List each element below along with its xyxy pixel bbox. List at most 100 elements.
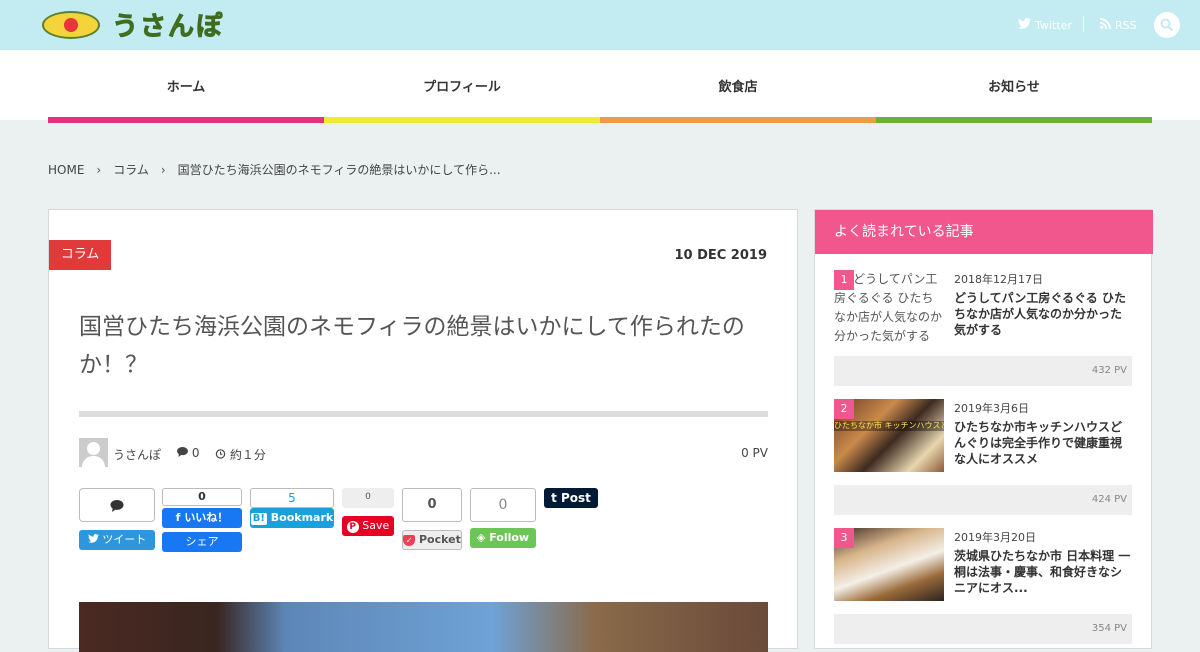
- chevron-right-icon: ›: [96, 163, 102, 177]
- pinterest-share[interactable]: 0 P Save: [342, 488, 394, 536]
- feedly-follow-button[interactable]: ◈ Follow: [470, 528, 536, 548]
- ranking-item[interactable]: どうしてパン工房ぐるぐる ひたちなか店が人気なのか分かった気がする 1 2018…: [834, 270, 1132, 389]
- ranking-item[interactable]: 3 2019年3月20日 茨城県ひたちなか市 日本料理 一桐は法事・慶事、和食好…: [834, 528, 1132, 647]
- rss-icon: [1100, 18, 1111, 32]
- tumblr-post-button[interactable]: t Post: [544, 488, 598, 508]
- hatena-share[interactable]: 5 B! Bookmark: [250, 488, 334, 528]
- pocket-icon: ✓: [403, 535, 416, 546]
- fb-share-button[interactable]: シェア: [162, 532, 242, 552]
- tumblr-icon: t: [551, 491, 557, 505]
- article-title: 国営ひたち海浜公園のネモフィラの絶景はいかにして作られたのか！？: [79, 314, 745, 378]
- pv-count: 432 PV: [1091, 365, 1127, 376]
- sidebar-heading: よく読まれている記事: [815, 210, 1153, 254]
- article-card: コラム 10 DEC 2019 国営ひたち海浜公園のネモフィラの絶景はいかにして…: [48, 209, 798, 652]
- nav-item-home[interactable]: ホーム: [48, 50, 324, 123]
- search-button[interactable]: [1154, 12, 1180, 38]
- post-thumbnail[interactable]: 3: [834, 528, 944, 601]
- tumblr-share[interactable]: t Post: [544, 488, 598, 508]
- pv-bar: 354 PV: [834, 614, 1132, 644]
- twitter-label: Twitter: [1035, 19, 1072, 32]
- top-bar: うさんぽ Twitter RSS: [0, 0, 1200, 50]
- post-date: 10 DEC 2019: [674, 248, 767, 263]
- pv-count: 424 PV: [1091, 494, 1127, 505]
- nav-color-bar: [876, 117, 1152, 123]
- nav-color-bar: [600, 117, 876, 123]
- rank-number: 3: [834, 528, 854, 548]
- tweet-button[interactable]: ツイート: [79, 530, 155, 550]
- tumblr-label: Post: [561, 491, 591, 505]
- rank-number: 2: [834, 399, 854, 419]
- rss-label: RSS: [1115, 19, 1137, 32]
- thumbnail-caption: ひたちなか市 キッチンハウスどんぐりに行ってみ: [834, 421, 944, 431]
- post-date: 2019年3月6日: [954, 402, 1029, 415]
- feedly-share[interactable]: 0 ◈ Follow: [470, 488, 536, 550]
- pv-count: 354 PV: [1091, 623, 1127, 634]
- thumbs-up-icon: f: [175, 511, 181, 524]
- nav-color-bar: [324, 117, 600, 123]
- feedly-icon: ◈: [476, 531, 486, 544]
- main-nav: ホーム プロフィール 飲食店 お知らせ: [0, 50, 1200, 123]
- tweet-label: ツイート: [102, 533, 147, 546]
- post-date: 2018年12月17日: [954, 273, 1043, 286]
- post-date: 2019年3月20日: [954, 531, 1036, 544]
- pocket-count: 0: [402, 488, 462, 522]
- nav-label: お知らせ: [988, 80, 1040, 95]
- site-logo[interactable]: うさんぽ: [42, 9, 302, 43]
- comment-icon: [177, 446, 192, 460]
- title-divider: [79, 411, 768, 417]
- hatena-bookmark-button[interactable]: B! Bookmark: [250, 508, 334, 528]
- rss-link[interactable]: RSS: [1100, 18, 1137, 32]
- fb-count: 0: [162, 488, 242, 506]
- breadcrumb-current: 国営ひたち海浜公園のネモフィラの絶景はいかにして作ら...: [177, 163, 501, 177]
- comment-icon: [110, 500, 124, 512]
- pocket-share[interactable]: 0 ✓ Pocket: [402, 488, 462, 550]
- post-title[interactable]: どうしてパン工房ぐるぐる ひたちなか店が人気なのか分かった気がする: [954, 290, 1132, 338]
- pinterest-count: 0: [342, 488, 394, 508]
- feedly-count: 0: [470, 488, 536, 522]
- pocket-button[interactable]: ✓ Pocket: [402, 530, 462, 550]
- search-icon: [1160, 18, 1174, 32]
- breadcrumb: HOME › コラム › 国営ひたち海浜公園のネモフィラの絶景はいかにして作ら...: [48, 161, 501, 178]
- nav-label: 飲食店: [718, 80, 758, 95]
- breadcrumb-category[interactable]: コラム: [113, 163, 149, 177]
- pv-bar: 424 PV: [834, 485, 1132, 515]
- twitter-share[interactable]: ツイート: [79, 488, 155, 550]
- comment-count[interactable]: 0: [177, 446, 199, 460]
- post-thumbnail[interactable]: どうしてパン工房ぐるぐる ひたちなか店が人気なのか分かった気がする 1: [834, 270, 944, 343]
- pocket-label: Pocket: [418, 533, 461, 546]
- twitter-link[interactable]: Twitter: [1018, 18, 1072, 32]
- nav-item-profile[interactable]: プロフィール: [324, 50, 600, 123]
- fb-like-button[interactable]: f いいね！: [162, 508, 242, 528]
- pinterest-icon: P: [346, 521, 359, 533]
- twitter-icon: [1018, 18, 1031, 32]
- nav-color-bar: [48, 117, 324, 123]
- hatena-icon: B!: [250, 513, 267, 525]
- category-badge[interactable]: コラム: [49, 240, 111, 270]
- chevron-right-icon: ›: [160, 163, 166, 177]
- hero-image: [79, 602, 768, 652]
- ranking-item[interactable]: 2 ひたちなか市 キッチンハウスどんぐりに行ってみ 2019年3月6日 ひたちな…: [834, 399, 1132, 518]
- breadcrumb-home[interactable]: HOME: [48, 163, 84, 177]
- post-title[interactable]: 茨城県ひたちなか市 日本料理 一桐は法事・慶事、和食好きなシニアにオス...: [954, 548, 1132, 596]
- logo-mark-icon: [42, 11, 100, 39]
- rank-number: 1: [834, 270, 854, 290]
- read-time-value: 約１分: [229, 448, 266, 462]
- comment-count-value: 0: [191, 446, 200, 460]
- nav-item-news[interactable]: お知らせ: [876, 50, 1152, 123]
- hatena-label: Bookmark: [270, 511, 334, 524]
- pinterest-save-button[interactable]: P Save: [342, 516, 394, 536]
- sidebar-popular: よく読まれている記事 どうしてパン工房ぐるぐる ひたちなか店が人気なのか分かった…: [814, 209, 1153, 649]
- clock-icon: [215, 448, 230, 462]
- pv-bar: 432 PV: [834, 356, 1132, 386]
- author-name[interactable]: うさんぽ: [113, 446, 161, 463]
- avatar: [79, 438, 108, 467]
- post-thumbnail[interactable]: 2 ひたちなか市 キッチンハウスどんぐりに行ってみ: [834, 399, 944, 472]
- nav-item-restaurants[interactable]: 飲食店: [600, 50, 876, 123]
- divider: [1083, 16, 1084, 32]
- pinterest-label: Save: [362, 519, 390, 532]
- facebook-share[interactable]: 0 f いいね！ シェア: [162, 488, 242, 552]
- twitter-icon: [87, 533, 103, 546]
- post-title[interactable]: ひたちなか市キッチンハウスどんぐりは完全手作りで健康重視な人にオススメ: [954, 419, 1132, 467]
- hatena-count: 5: [250, 488, 334, 508]
- logo-text: うさんぽ: [111, 12, 225, 43]
